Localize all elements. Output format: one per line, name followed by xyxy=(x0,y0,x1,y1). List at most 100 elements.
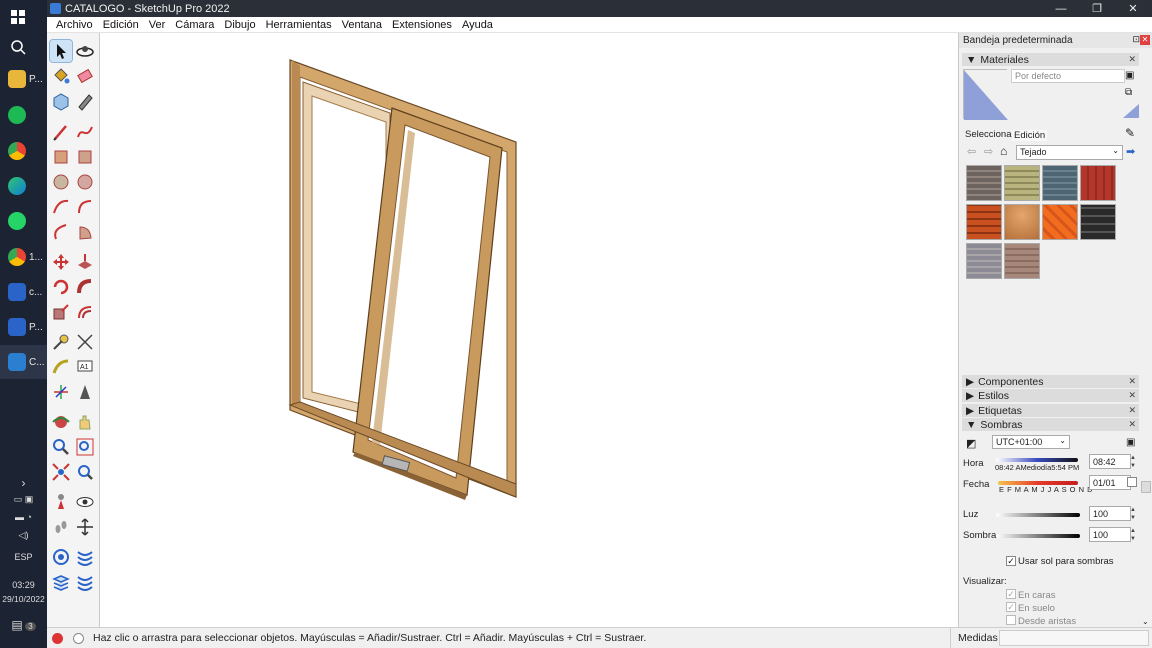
use-sun-checkbox[interactable]: ✓ xyxy=(1006,556,1016,566)
material-swatch[interactable] xyxy=(1004,204,1040,240)
taskbar-app-chrome-window[interactable]: 1... xyxy=(0,240,47,274)
menu-edicion[interactable]: Edición xyxy=(98,19,144,31)
shadows-panel-header[interactable]: ▼ Sombras ✕ xyxy=(962,418,1139,431)
zoom-tool[interactable] xyxy=(50,436,72,458)
eraser-tool[interactable] xyxy=(74,65,96,87)
date-input[interactable]: 01/01 xyxy=(1089,475,1131,490)
panel-close-icon[interactable]: ✕ xyxy=(1128,405,1136,416)
previous-view-tool[interactable] xyxy=(74,461,96,483)
notification-center[interactable]: ▤ 3 xyxy=(0,618,47,632)
circle-tool[interactable] xyxy=(50,171,72,193)
light-input[interactable]: 100 xyxy=(1089,506,1131,521)
scale-tool[interactable] xyxy=(50,301,72,323)
taskbar-app-sketchup[interactable]: C... xyxy=(0,345,47,379)
materials-panel-header[interactable]: ▼ Materiales ✕ xyxy=(962,53,1139,66)
taskbar-app-c1[interactable]: c... xyxy=(0,275,47,309)
display-secondary-icon[interactable]: ▣ xyxy=(1125,70,1134,81)
layout-tool[interactable] xyxy=(50,571,72,593)
taskbar-app-p[interactable]: P... xyxy=(0,310,47,344)
menu-dibujo[interactable]: Dibujo xyxy=(219,19,260,31)
pin-icon[interactable]: ⊡ xyxy=(1132,34,1140,45)
rotate-tool[interactable] xyxy=(50,276,72,298)
taskbar-app-spotify[interactable] xyxy=(0,98,47,132)
material-swatch[interactable] xyxy=(1042,204,1078,240)
back-arrow-icon[interactable]: ⇦ xyxy=(967,145,976,158)
warehouse-tool[interactable] xyxy=(50,546,72,568)
dimension-tool[interactable] xyxy=(74,331,96,353)
zoom-extents-tool[interactable] xyxy=(50,461,72,483)
tape-measure-tool[interactable] xyxy=(74,90,96,112)
geolocation-icon[interactable] xyxy=(52,632,63,644)
panel-close-icon[interactable]: ✕ xyxy=(1128,376,1136,387)
taskbar-app-whatsapp[interactable] xyxy=(0,204,47,238)
shade-input[interactable]: 100 xyxy=(1089,527,1131,542)
material-library-select[interactable]: Tejado ⌄ xyxy=(1016,145,1123,160)
protractor-tool[interactable] xyxy=(50,356,72,378)
walk-tool[interactable] xyxy=(50,516,72,538)
section-plane-tool[interactable] xyxy=(74,516,96,538)
extension-manager-tool[interactable] xyxy=(74,571,96,593)
zoom-window-tool[interactable] xyxy=(74,436,96,458)
shade-spinner[interactable]: ▲ ▼ xyxy=(1128,527,1138,543)
system-tray-icons[interactable]: ▭ ▣ xyxy=(0,494,47,505)
three-point-arc-tool[interactable] xyxy=(50,221,72,243)
components-panel-header[interactable]: ▶ Componentes ✕ xyxy=(962,375,1139,388)
details-arrow-icon[interactable]: ➡ xyxy=(1126,145,1135,158)
paint-bucket-tool[interactable] xyxy=(50,65,72,87)
material-swatch[interactable] xyxy=(1004,243,1040,279)
components-tool[interactable] xyxy=(50,90,72,112)
calendar-icon[interactable] xyxy=(1127,477,1137,487)
material-swatch[interactable] xyxy=(1080,165,1116,201)
minimize-button[interactable]: — xyxy=(1044,0,1078,17)
close-button[interactable]: ✕ xyxy=(1116,0,1150,17)
on-faces-checkbox[interactable]: ✓ xyxy=(1006,589,1016,599)
material-swatch[interactable] xyxy=(1042,165,1078,201)
shadows-toggle-icon[interactable]: ◩ xyxy=(966,437,976,450)
polygon-tool[interactable] xyxy=(74,171,96,193)
language-indicator[interactable]: ESP xyxy=(0,552,47,562)
styles-panel-header[interactable]: ▶ Estilos ✕ xyxy=(962,389,1139,402)
freehand-tool[interactable] xyxy=(74,121,96,143)
material-swatch[interactable] xyxy=(1004,165,1040,201)
orbit-tool[interactable] xyxy=(74,40,96,62)
clock-time[interactable]: 03:29 xyxy=(0,580,47,590)
from-edges-checkbox[interactable] xyxy=(1006,615,1016,625)
start-button[interactable] xyxy=(0,0,47,34)
two-point-arc-tool[interactable] xyxy=(74,196,96,218)
clock-date[interactable]: 29/10/2022 xyxy=(0,594,47,604)
info-icon[interactable] xyxy=(73,632,84,644)
menu-ver[interactable]: Ver xyxy=(144,19,171,31)
tape-measure-tool-2[interactable] xyxy=(50,331,72,353)
home-icon[interactable]: ⌂ xyxy=(1000,144,1007,158)
follow-me-tool[interactable] xyxy=(74,276,96,298)
menu-ayuda[interactable]: Ayuda xyxy=(457,19,498,31)
shade-slider[interactable] xyxy=(996,534,1080,538)
menu-herramientas[interactable]: Herramientas xyxy=(261,19,337,31)
taskbar-search-button[interactable] xyxy=(0,30,47,64)
pie-tool[interactable] xyxy=(74,221,96,243)
taskbar-app-edge[interactable] xyxy=(0,169,47,203)
restore-button[interactable]: ❐ xyxy=(1080,0,1114,17)
taskbar-app-folder[interactable]: P... xyxy=(0,62,47,96)
window-3d-model[interactable] xyxy=(100,33,958,627)
pan-tool[interactable] xyxy=(74,411,96,433)
look-around-tool[interactable] xyxy=(74,491,96,513)
3d-text-tool[interactable] xyxy=(74,381,96,403)
arc-tool[interactable] xyxy=(50,196,72,218)
taskbar-app-chrome[interactable] xyxy=(0,134,47,168)
rotated-rectangle-tool[interactable] xyxy=(74,146,96,168)
material-swatch[interactable] xyxy=(1080,204,1116,240)
forward-arrow-icon[interactable]: ⇨ xyxy=(984,145,993,158)
push-pull-tool[interactable] xyxy=(74,251,96,273)
panel-close-icon[interactable]: ✕ xyxy=(1128,390,1136,401)
move-tool[interactable] xyxy=(50,251,72,273)
extension-warehouse-tool[interactable] xyxy=(74,546,96,568)
line-tool[interactable] xyxy=(50,121,72,143)
timezone-select[interactable]: UTC+01:00 ⌄ xyxy=(992,435,1070,449)
time-input[interactable]: 08:42 xyxy=(1089,454,1131,469)
sample-paint-icon[interactable] xyxy=(1123,104,1139,118)
material-swatch[interactable] xyxy=(966,204,1002,240)
menu-camara[interactable]: Cámara xyxy=(170,19,219,31)
details-toggle-icon[interactable]: ▣ xyxy=(1126,437,1135,448)
create-material-icon[interactable]: ⧉ xyxy=(1125,87,1132,98)
